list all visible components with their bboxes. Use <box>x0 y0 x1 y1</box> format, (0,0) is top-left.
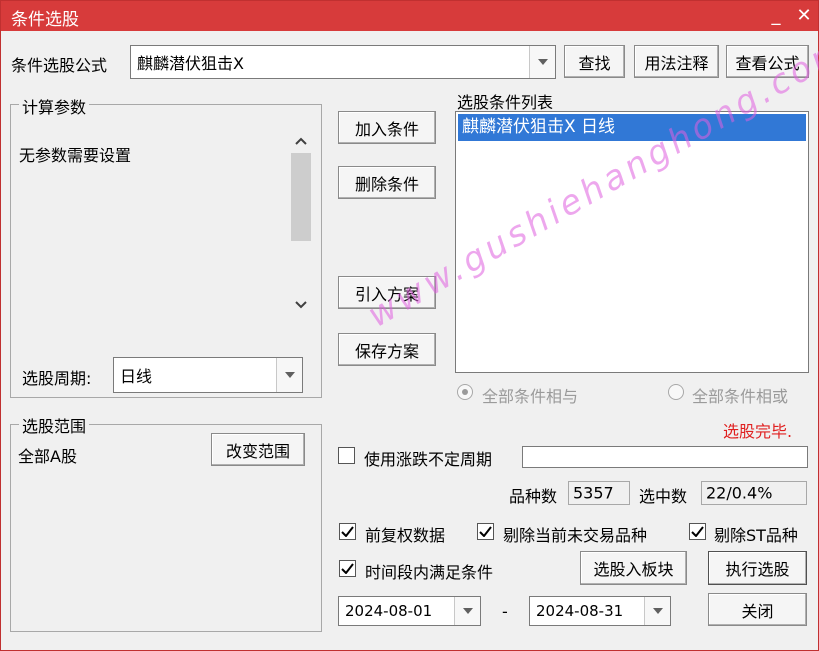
find-button[interactable]: 查找 <box>564 45 625 78</box>
close-window-icon[interactable]: ✕ <box>791 3 817 29</box>
chevron-down-icon[interactable] <box>529 46 555 78</box>
window-title: 条件选股 <box>11 10 79 30</box>
params-message: 无参数需要设置 <box>19 146 132 165</box>
period-value: 日线 <box>120 367 153 386</box>
date-end-picker[interactable]: 2024-08-31 <box>529 596 671 626</box>
view-formula-button[interactable]: 查看公式 <box>726 45 809 78</box>
scroll-up-icon[interactable] <box>295 137 307 145</box>
or-radio[interactable] <box>668 384 684 400</box>
add-to-block-button[interactable]: 选股入板块 <box>580 551 687 585</box>
condition-list[interactable]: 麒麟潜伏狙击X 日线 <box>455 111 809 373</box>
scroll-down-icon[interactable] <box>295 301 307 309</box>
params-scrollbar[interactable] <box>290 129 312 319</box>
forward-adjust-checkbox[interactable] <box>339 523 356 540</box>
count-readout: 5357 <box>568 481 630 505</box>
status-text: 选股完毕. <box>723 422 793 441</box>
check-icon <box>341 526 354 537</box>
check-icon <box>479 526 492 537</box>
list-item[interactable]: 麒麟潜伏狙击X 日线 <box>458 114 806 141</box>
formula-combo[interactable]: 麒麟潜伏狙击X <box>130 45 556 79</box>
condition-stock-selection-window: 条件选股 _ ✕ 条件选股公式 麒麟潜伏狙击X 查找 用法注释 查看公式 计算参… <box>0 0 819 651</box>
scroll-thumb[interactable] <box>291 153 311 241</box>
selected-readout: 22/0.4% <box>701 481 807 505</box>
formula-value: 麒麟潜伏狙击X <box>137 54 244 73</box>
minimize-button[interactable]: _ <box>763 3 789 29</box>
or-radio-label: 全部条件相或 <box>692 387 789 406</box>
params-group-title: 计算参数 <box>19 94 90 118</box>
usage-notes-button[interactable]: 用法注释 <box>634 45 719 78</box>
exclude-untraded-checkbox[interactable] <box>477 523 494 540</box>
period-combo[interactable]: 日线 <box>113 357 303 393</box>
add-condition-button[interactable]: 加入条件 <box>338 111 436 144</box>
condition-list-title: 选股条件列表 <box>457 93 554 112</box>
and-radio-label: 全部条件相与 <box>482 387 579 406</box>
count-label: 品种数 <box>509 487 558 506</box>
check-icon <box>341 563 354 574</box>
period-satisfy-label: 时间段内满足条件 <box>365 563 494 582</box>
date-separator: - <box>502 602 508 621</box>
delete-condition-button[interactable]: 删除条件 <box>338 166 436 199</box>
count-value: 5357 <box>573 483 614 503</box>
selected-value: 22/0.4% <box>706 483 773 503</box>
close-button[interactable]: 关闭 <box>708 593 807 626</box>
date-end-value: 2024-08-31 <box>536 602 624 620</box>
uncertain-period-checkbox[interactable] <box>338 447 355 464</box>
formula-label: 条件选股公式 <box>11 56 108 75</box>
change-range-button[interactable]: 改变范围 <box>211 433 305 466</box>
title-bar: 条件选股 _ ✕ <box>1 1 818 31</box>
exclude-st-label: 剔除ST品种 <box>714 526 798 545</box>
period-label: 选股周期: <box>22 369 92 388</box>
save-scheme-button[interactable]: 保存方案 <box>338 333 436 366</box>
chevron-down-icon[interactable] <box>276 358 302 392</box>
exclude-st-checkbox[interactable] <box>689 523 706 540</box>
check-icon <box>691 526 704 537</box>
range-group-title: 选股范围 <box>19 413 90 437</box>
forward-adjust-label: 前复权数据 <box>365 526 446 545</box>
range-value: 全部A股 <box>18 447 77 466</box>
period-satisfy-checkbox[interactable] <box>339 560 356 577</box>
date-start-value: 2024-08-01 <box>345 602 433 620</box>
uncertain-period-label: 使用涨跌不定周期 <box>364 450 493 469</box>
execute-selection-button[interactable]: 执行选股 <box>708 551 807 585</box>
uncertain-period-input[interactable] <box>522 446 808 468</box>
chevron-down-icon[interactable] <box>644 597 670 625</box>
and-radio[interactable] <box>457 384 473 400</box>
date-start-picker[interactable]: 2024-08-01 <box>338 596 481 626</box>
selected-label: 选中数 <box>639 487 688 506</box>
exclude-untraded-label: 剔除当前未交易品种 <box>503 526 648 545</box>
chevron-down-icon[interactable] <box>454 597 480 625</box>
import-scheme-button[interactable]: 引入方案 <box>338 276 436 309</box>
